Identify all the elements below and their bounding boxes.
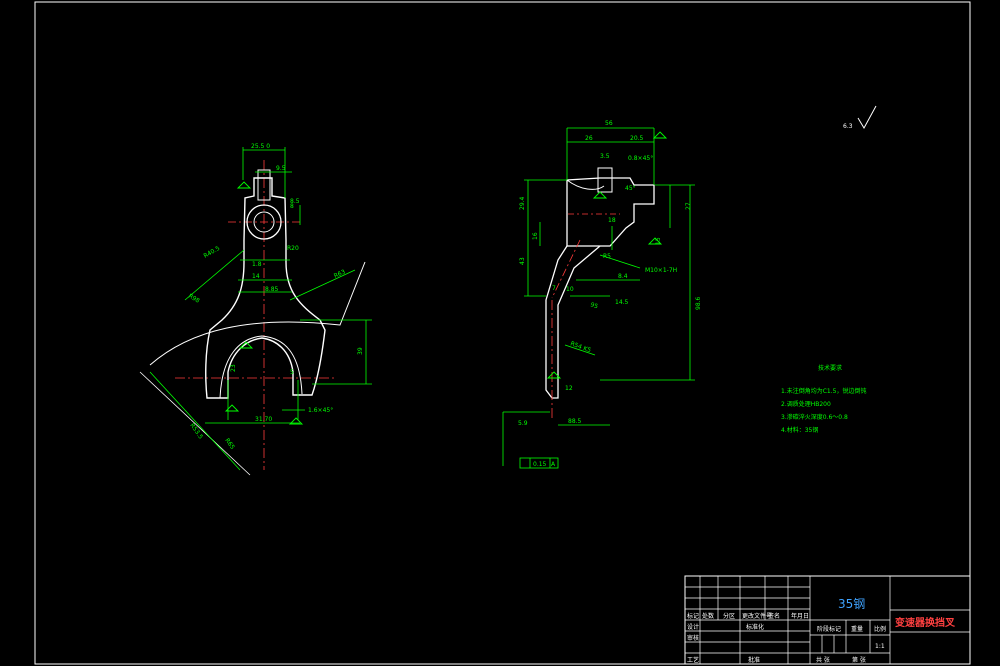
side-thread: M10×1-7H xyxy=(645,267,677,274)
dim-bottom-width: 31.70 xyxy=(255,416,272,423)
tech-notes-title: 技术要求 xyxy=(818,364,842,372)
side-dim-27: 27 xyxy=(685,202,692,210)
side-dim-chamfer: 0.8×45° xyxy=(628,155,653,162)
tb-process: 工艺 xyxy=(687,656,699,664)
side-dim-294: 29.4 xyxy=(519,196,526,210)
tb-sheet-no: 第 张 xyxy=(852,656,866,664)
side-dim-26: 26 xyxy=(585,135,593,142)
tb-sheet-total: 共 张 xyxy=(816,656,830,664)
dim-slot-width: 9.5 xyxy=(276,165,286,172)
side-dim-35: 3.5 xyxy=(600,153,610,160)
chamfer-note: 1.6×45° xyxy=(308,407,333,414)
side-dim-986: 98.6 xyxy=(695,296,702,310)
tb-scale-value: 1:1 xyxy=(875,643,885,650)
dim-885: 8.85 xyxy=(265,286,279,293)
tb-sign: 签名 xyxy=(768,612,780,620)
tb-material: 35钢 xyxy=(838,597,865,611)
side-dim-45: 45° xyxy=(625,185,636,192)
dim-r-small: R20 xyxy=(287,245,299,252)
dim-8: 8 xyxy=(290,203,294,210)
tb-check: 审核 xyxy=(687,634,699,642)
tech-note-2: 2.调质处理HB200 xyxy=(781,400,831,408)
side-dim-59: 5.9 xyxy=(518,420,528,427)
side-dim-56: 56 xyxy=(605,120,613,127)
dim-23: 23 xyxy=(230,364,237,372)
tb-part-name: 变速器换挡叉 xyxy=(895,616,956,629)
tb-scale: 比例 xyxy=(874,625,886,633)
side-dim-7: 7 xyxy=(552,285,556,292)
tb-standard: 标准化 xyxy=(746,623,764,631)
tech-note-4: 4.材料：35钢 xyxy=(781,426,818,434)
side-dim-10: 10 xyxy=(566,286,574,293)
side-dim-18: 18 xyxy=(608,217,616,224)
tb-date: 年月日 xyxy=(791,612,809,620)
side-dim-r5: R5 xyxy=(603,253,611,260)
side-dim-bottom: 88.5 xyxy=(568,418,582,425)
side-dim-84: 8.4 xyxy=(618,273,628,280)
dim-14: 14 xyxy=(252,273,260,280)
dim-top-width: 25.5 0 xyxy=(251,143,270,150)
side-dim-145: 14.5 xyxy=(615,299,629,306)
tb-weight: 重量 xyxy=(851,625,863,633)
tb-zone: 分区 xyxy=(723,612,735,620)
side-dim-20: 20.5 xyxy=(630,135,644,142)
cad-drawing-sheet: 25.5 0 9.5 8.5 R20 1.8 14 8.85 R98 R63 3… xyxy=(0,0,1000,666)
side-dim-43: 43 xyxy=(519,257,526,265)
tb-mark: 标记 xyxy=(687,612,699,620)
side-dim-16: 16 xyxy=(532,232,539,240)
side-dim-15: 15 xyxy=(655,237,662,245)
dim-39: 39 xyxy=(357,347,364,355)
tb-design: 设计 xyxy=(687,623,699,631)
tolerance-value: 0.15 xyxy=(533,461,547,468)
tb-count: 处数 xyxy=(702,612,714,620)
tb-stage-mark: 阶段标记 xyxy=(817,625,841,633)
side-dim-12: 12 xyxy=(565,385,573,392)
tech-note-3: 3.渗碳淬火深度0.6～0.8 xyxy=(781,413,848,421)
tb-approve: 批准 xyxy=(748,656,760,664)
roughness-value: 6.3 xyxy=(843,123,853,130)
tech-note-1: 1.未注倒角均为C1.5，锐边倒钝 xyxy=(781,387,866,395)
dim-12: 1.8 xyxy=(252,261,262,268)
dim-5: 5 xyxy=(290,369,294,376)
